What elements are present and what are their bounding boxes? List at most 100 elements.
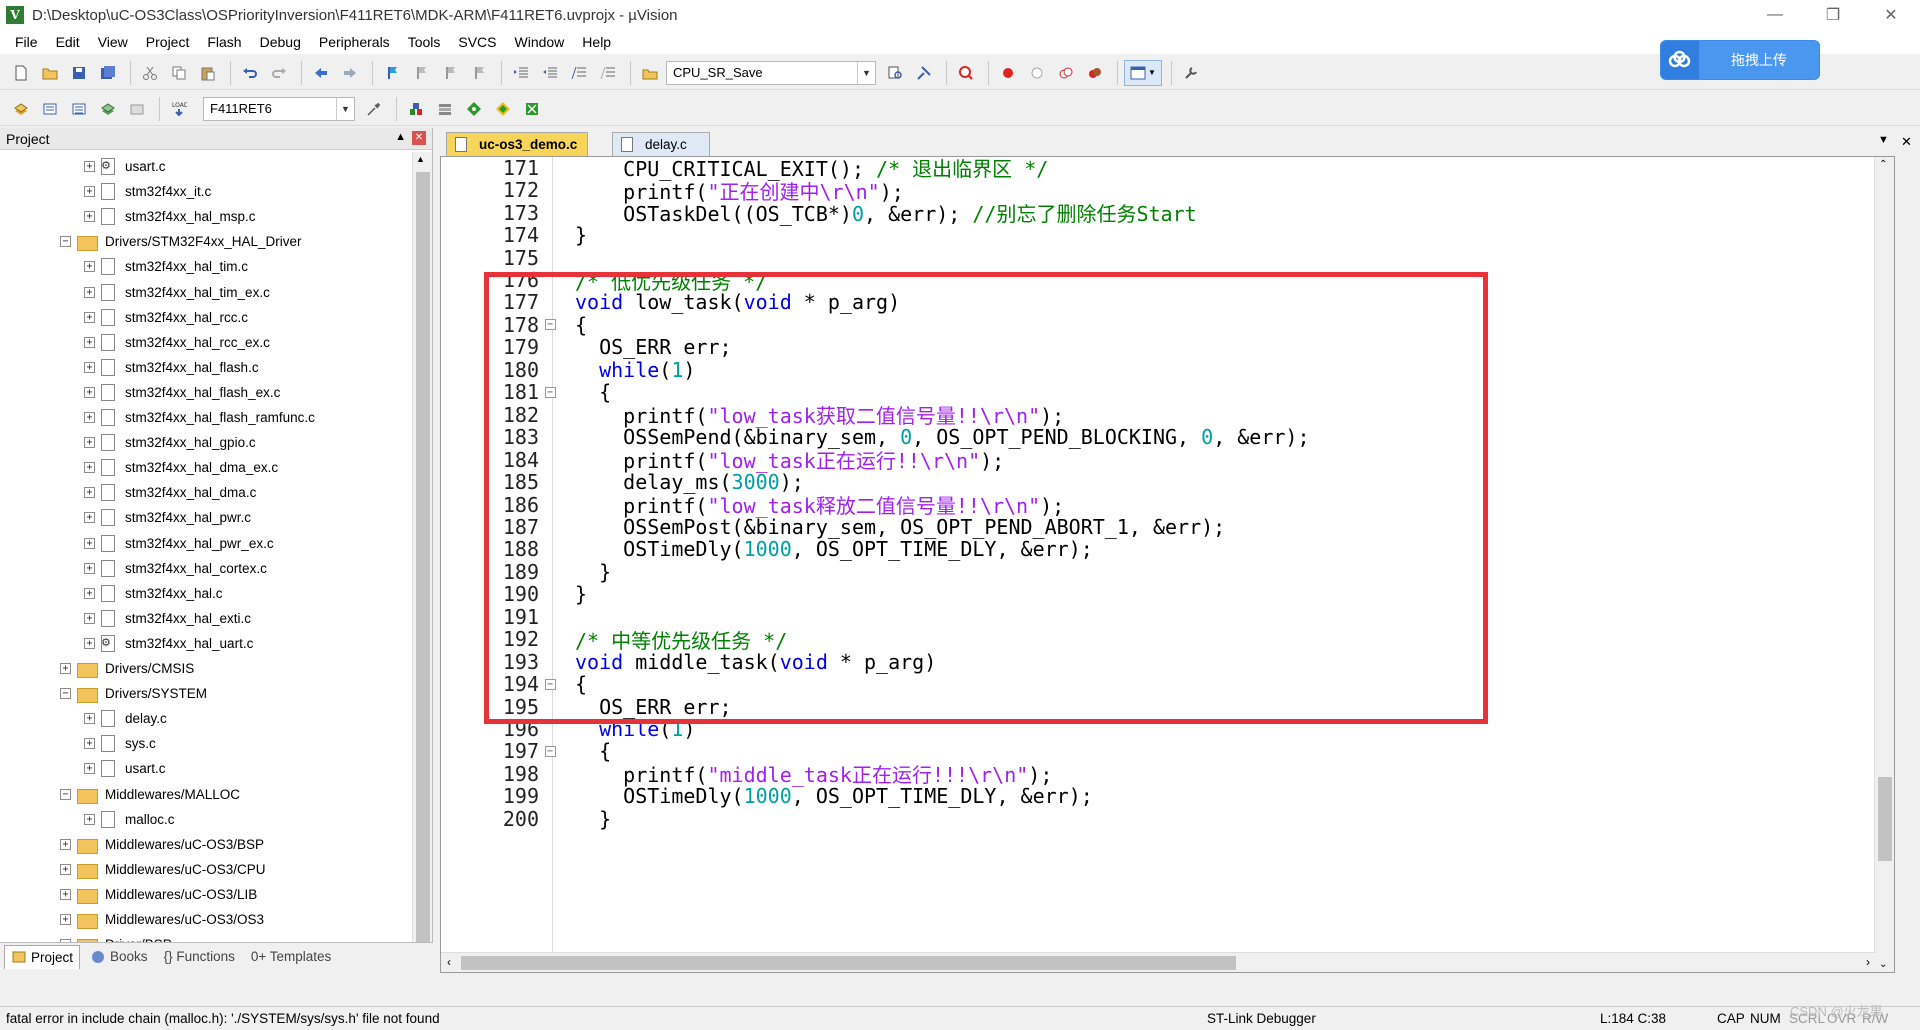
menu-peripherals[interactable]: Peripherals [310,31,399,53]
rebuild-icon[interactable] [66,96,92,122]
expand-icon[interactable]: + [84,261,95,273]
expand-icon[interactable]: + [84,487,95,499]
expand-icon[interactable]: + [84,512,95,524]
editor-vscroll-thumb[interactable] [1878,777,1892,861]
target-options-icon[interactable] [361,96,387,122]
tree-file[interactable]: + stm32f4xx_hal_dma_ex.c [84,455,278,480]
tree-scroll-thumb[interactable] [416,172,430,942]
restore-icon[interactable]: ❐ [1804,0,1862,30]
minus-icon[interactable]: − [544,745,556,757]
indent-icon[interactable] [508,60,534,86]
save-all-icon[interactable] [95,60,121,86]
tree-folder[interactable]: − Drivers/SYSTEM [60,681,207,706]
pack-installer-icon[interactable] [490,96,516,122]
debug-session-icon[interactable] [953,60,979,86]
tree-folder[interactable]: + Middlewares/uC-OS3/BSP [60,832,264,857]
tree-folder[interactable]: − Drivers/STM32F4xx_HAL_Driver [60,229,302,254]
expand-icon[interactable]: + [84,612,95,624]
stop-build-icon[interactable] [124,96,150,122]
menu-tools[interactable]: Tools [399,31,450,53]
expand-icon[interactable]: + [60,863,71,875]
next-bookmark-icon[interactable] [437,60,463,86]
tab-delay[interactable]: delay.c [612,132,710,156]
batch-build-icon[interactable] [95,96,121,122]
editor-horizontal-scrollbar[interactable]: ‹ › [441,952,1876,972]
tree-file[interactable]: + stm32f4xx_hal_dma.c [84,480,256,505]
redo-icon[interactable] [266,60,292,86]
scroll-down-icon[interactable]: ⌄ [1879,959,1887,970]
build-icon[interactable] [37,96,63,122]
menu-project[interactable]: Project [137,31,199,53]
tree-scrollbar[interactable]: ▲ ▼ [412,152,432,960]
expand-icon[interactable]: + [84,738,95,750]
expand-icon[interactable]: + [84,361,95,373]
incremental-find-icon[interactable] [911,60,937,86]
code-line[interactable]: 200 } [441,805,1881,833]
uncomment-icon[interactable] [595,60,621,86]
menu-svcs[interactable]: SVCS [449,31,505,53]
collapse-icon[interactable]: − [60,688,71,700]
collapse-icon[interactable]: − [60,236,71,248]
tree-folder[interactable]: + Middlewares/uC-OS3/LIB [60,882,257,907]
nav-forward-icon[interactable] [337,60,363,86]
tree-file[interactable]: + stm32f4xx_hal_cortex.c [84,556,267,581]
tab-list-chevron-icon[interactable]: ▼ [1878,134,1889,146]
tree-file[interactable]: + stm32f4xx_hal_tim_ex.c [84,280,270,305]
tree-file[interactable]: + stm32f4xx_it.c [84,179,211,204]
scroll-left-icon[interactable]: ‹ [447,955,451,969]
menu-help[interactable]: Help [573,31,620,53]
expand-icon[interactable]: + [84,286,95,298]
expand-icon[interactable]: + [84,412,95,423]
configure-icon[interactable] [1178,60,1204,86]
expand-icon[interactable]: + [60,914,71,925]
expand-icon[interactable]: + [84,211,95,223]
menu-edit[interactable]: Edit [47,31,89,53]
manage-rte-icon[interactable] [461,96,487,122]
undo-icon[interactable] [237,60,263,86]
prev-bookmark-icon[interactable] [408,60,434,86]
tree-folder[interactable]: + Drivers/CMSIS [60,656,194,681]
expand-icon[interactable]: + [60,838,71,850]
minimize-icon[interactable]: — [1746,0,1804,30]
window-layout-icon[interactable]: ▼ [1124,59,1162,86]
menu-flash[interactable]: Flash [198,31,250,53]
tree-folder[interactable]: + Middlewares/uC-OS3/OS3 [60,907,264,932]
translate-icon[interactable] [8,96,34,122]
nav-back-icon[interactable] [308,60,334,86]
open-folder-icon[interactable] [37,60,63,86]
expand-icon[interactable]: + [84,813,95,825]
expand-icon[interactable]: + [84,562,95,574]
comment-icon[interactable] [566,60,592,86]
pin-icon[interactable]: ▲ [395,131,406,143]
tree-file[interactable]: + stm32f4xx_hal.c [84,581,223,606]
scroll-up-icon[interactable]: ▲ [416,154,425,164]
expand-icon[interactable]: + [84,763,95,775]
expand-icon[interactable]: + [60,888,71,900]
tree-file[interactable]: + stm32f4xx_hal_flash.c [84,355,259,380]
save-icon[interactable] [66,60,92,86]
disable-all-breakpoints-icon[interactable] [1053,60,1079,86]
editor-close-icon[interactable]: ✕ [1901,134,1912,150]
editor-hscroll-thumb[interactable] [461,956,1236,970]
expand-icon[interactable]: + [84,386,95,398]
find-in-files-icon[interactable] [637,60,663,86]
tab-uc-os3-demo[interactable]: uc-os3_demo.c [446,132,589,156]
editor-vertical-scrollbar[interactable]: ⌃ ⌄ [1874,157,1894,972]
tab-project[interactable]: Project [4,944,81,969]
tree-file[interactable]: + stm32f4xx_hal_tim.c [84,254,248,279]
expand-icon[interactable]: + [84,537,95,549]
scroll-right-icon[interactable]: › [1866,955,1870,969]
download-icon[interactable]: LOAD [166,96,192,122]
function-combo[interactable]: CPU_SR_Save ▼ [666,60,876,85]
expand-icon[interactable]: + [84,186,95,198]
upload-widget[interactable]: 拖拽上传 [1660,40,1820,80]
tab-templates[interactable]: 0+ Templates [245,945,337,969]
expand-icon[interactable]: + [84,462,95,474]
new-file-icon[interactable] [8,60,34,86]
panel-close-icon[interactable]: ✕ [412,131,426,145]
tab-functions[interactable]: {} Functions [158,945,241,969]
expand-icon[interactable]: + [84,587,95,599]
menu-debug[interactable]: Debug [251,31,310,53]
kill-all-breakpoints-icon[interactable] [1082,60,1108,86]
chevron-down-icon[interactable]: ▼ [336,97,354,120]
